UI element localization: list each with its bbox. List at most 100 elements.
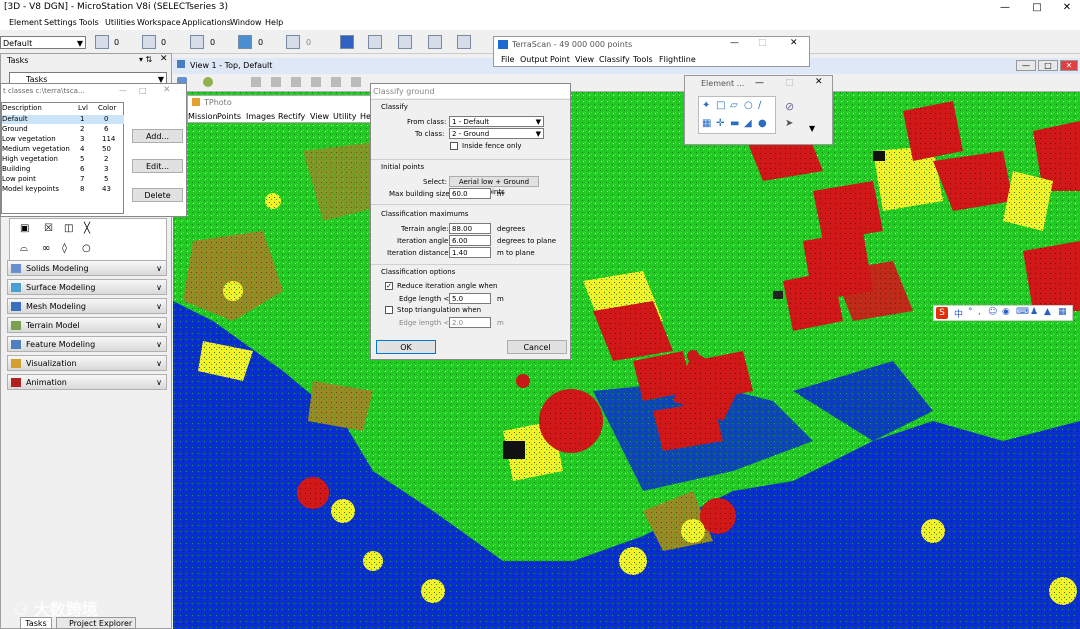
- point-cloud-view[interactable]: [173, 91, 1080, 629]
- table-row[interactable]: Default 1 0: [2, 115, 124, 124]
- to-class-select[interactable]: 2 - Ground ▼: [449, 128, 544, 139]
- terrascan-menu-classify[interactable]: Classify: [599, 55, 630, 64]
- table-row[interactable]: Medium vegetation 4 50: [2, 145, 124, 154]
- keyboard-icon[interactable]: ⌨: [1016, 307, 1029, 317]
- shape-icon[interactable]: ◊: [62, 243, 67, 254]
- shading-icon[interactable]: [203, 77, 213, 87]
- sogou-icon[interactable]: S: [936, 307, 948, 319]
- level-combo[interactable]: Default ▼: [0, 36, 86, 49]
- tasks-close-icon[interactable]: ✕: [160, 54, 168, 64]
- color-icon[interactable]: [95, 35, 109, 49]
- select-points-button[interactable]: Aerial low + Ground points: [449, 176, 539, 196]
- class-list[interactable]: Description Lvl Color Default 1 0 Ground 2 6…: [1, 102, 124, 214]
- no-entry-icon[interactable]: ⊘: [785, 100, 794, 113]
- inside-fence-checkbox[interactable]: [450, 142, 458, 150]
- edge-length-2-input[interactable]: 2.0: [449, 317, 491, 328]
- line-icon[interactable]: ⌓: [20, 243, 28, 254]
- polygon-icon[interactable]: ▱: [730, 100, 738, 111]
- priority-icon[interactable]: [286, 35, 300, 49]
- view-icon[interactable]: [340, 35, 354, 49]
- maximize-icon[interactable]: □: [785, 78, 794, 88]
- menu-workspace[interactable]: Workspace: [137, 18, 181, 27]
- table-row[interactable]: Building 6 3: [2, 165, 124, 174]
- menu-element[interactable]: Element: [9, 18, 42, 27]
- globe-icon[interactable]: [238, 35, 252, 49]
- language-icon[interactable]: 中: [954, 307, 963, 320]
- emoji-icon[interactable]: ☺: [988, 307, 997, 317]
- cancel-button[interactable]: Cancel: [507, 340, 567, 354]
- move-icon[interactable]: ✛: [716, 118, 724, 129]
- select-icon[interactable]: ✦: [702, 100, 710, 111]
- max-building-input[interactable]: 60.0: [449, 188, 491, 199]
- tphoto-menu-rectify[interactable]: Rectify: [278, 112, 305, 121]
- fence-icon[interactable]: ▦: [702, 118, 711, 129]
- line-weight-icon[interactable]: [190, 35, 204, 49]
- menu-window[interactable]: Window: [230, 18, 262, 27]
- edit-button[interactable]: Edit...: [132, 159, 183, 173]
- close-icon[interactable]: ✕: [815, 77, 823, 87]
- cut-icon[interactable]: ╳: [84, 223, 90, 234]
- update-icon[interactable]: [251, 77, 261, 87]
- minus-icon[interactable]: ▬: [730, 118, 739, 129]
- user-icon[interactable]: ♟: [1030, 307, 1038, 317]
- minimize-button[interactable]: —: [990, 0, 1020, 16]
- pin-icon[interactable]: ▾ ⇅: [139, 55, 152, 64]
- raster-icon[interactable]: [428, 35, 442, 49]
- zoom-out-icon[interactable]: [291, 77, 301, 87]
- circle-icon[interactable]: ○: [744, 100, 753, 111]
- minimize-icon[interactable]: —: [730, 38, 739, 48]
- minimize-icon[interactable]: —: [119, 86, 127, 95]
- edge-length-input[interactable]: 5.0: [449, 293, 491, 304]
- line-style-icon[interactable]: [142, 35, 156, 49]
- voice-icon[interactable]: ◉: [1002, 307, 1010, 317]
- fit-view-icon[interactable]: [331, 77, 341, 87]
- globe-icon[interactable]: ●: [758, 118, 767, 129]
- symbol-icon[interactable]: ,: [978, 307, 981, 317]
- tphoto-menu-images[interactable]: Images: [246, 112, 275, 121]
- zoom-in-icon[interactable]: [271, 77, 281, 87]
- close-icon[interactable]: ✕: [790, 38, 798, 48]
- file-icon[interactable]: [368, 35, 382, 49]
- view-close-button[interactable]: ✕: [1060, 60, 1078, 71]
- terrascan-menu-point[interactable]: Point: [550, 55, 570, 64]
- delete-button[interactable]: Delete: [132, 188, 183, 202]
- arc-icon[interactable]: ∞: [42, 243, 50, 254]
- table-row[interactable]: Low vegetation 3 114: [2, 135, 124, 144]
- punctuation-icon[interactable]: °: [968, 307, 973, 317]
- reference-icon[interactable]: [398, 35, 412, 49]
- tphoto-menu-mission[interactable]: Mission: [188, 112, 218, 121]
- rectangle-icon[interactable]: □: [716, 100, 725, 111]
- expand-arrow-icon[interactable]: ▼: [809, 124, 815, 133]
- terrain-angle-input[interactable]: 88.00: [449, 223, 491, 234]
- tphoto-menu-utility[interactable]: Utility: [333, 112, 357, 121]
- maximize-icon[interactable]: □: [139, 86, 147, 95]
- reduce-angle-checkbox[interactable]: ✓: [385, 282, 393, 290]
- minimize-icon[interactable]: —: [755, 78, 764, 88]
- place-icon[interactable]: ▣: [20, 223, 29, 234]
- copy-icon[interactable]: ◫: [64, 223, 73, 234]
- window-area-icon[interactable]: [311, 77, 321, 87]
- section-solids-modeling[interactable]: Solids Modeling ∨: [7, 260, 167, 276]
- section-visualization[interactable]: Visualization ∨: [7, 355, 167, 371]
- menu-tools[interactable]: Tools: [79, 18, 99, 27]
- tphoto-menu-view[interactable]: View: [310, 112, 329, 121]
- delete-icon[interactable]: ☒: [44, 223, 53, 234]
- close-icon[interactable]: ✕: [163, 85, 171, 95]
- section-mesh-modeling[interactable]: Mesh Modeling ∨: [7, 298, 167, 314]
- fill-icon[interactable]: ◢: [744, 118, 752, 129]
- image-icon[interactable]: [457, 35, 471, 49]
- ok-button[interactable]: OK: [376, 340, 436, 354]
- point-icon[interactable]: ○: [82, 243, 91, 254]
- view-minimize-button[interactable]: —: [1016, 60, 1036, 71]
- maximize-button[interactable]: □: [1022, 0, 1052, 16]
- view-restore-button[interactable]: □: [1038, 60, 1058, 71]
- table-row[interactable]: High vegetation 5 2: [2, 155, 124, 164]
- stop-triangulation-checkbox[interactable]: [385, 306, 393, 314]
- section-terrain-model[interactable]: Terrain Model ∨: [7, 317, 167, 333]
- pointer-icon[interactable]: ➤: [785, 118, 793, 129]
- close-button[interactable]: ✕: [1052, 0, 1080, 16]
- rotate-icon[interactable]: [351, 77, 361, 87]
- section-feature-modeling[interactable]: Feature Modeling ∨: [7, 336, 167, 352]
- toolbox-icon[interactable]: ▦: [1058, 307, 1067, 317]
- section-surface-modeling[interactable]: Surface Modeling ∨: [7, 279, 167, 295]
